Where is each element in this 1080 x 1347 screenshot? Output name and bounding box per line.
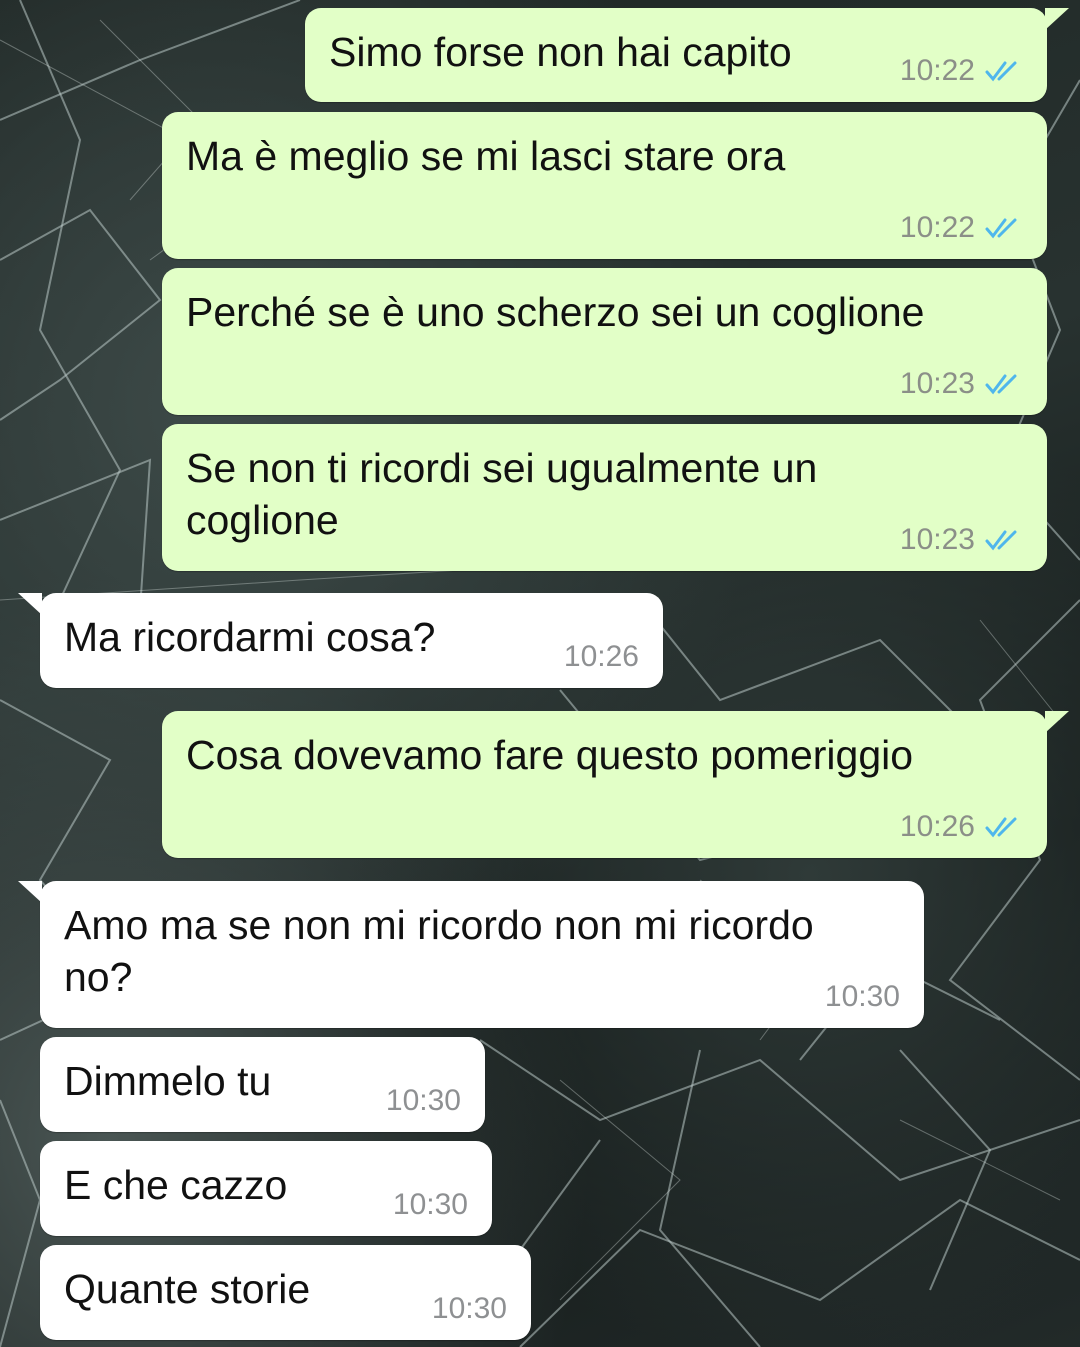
message-bubble-incoming[interactable]: Amo ma se non mi ricordo non mi ricordo … xyxy=(18,881,924,1028)
message-time: 10:23 xyxy=(899,523,975,556)
message-bubble-outgoing[interactable]: Simo forse non hai capito 10:22 xyxy=(305,8,1069,102)
message-text: Amo ma se non mi ricordo non mi ricordo … xyxy=(64,902,814,1000)
message-bubble-incoming[interactable]: E che cazzo 10:30 xyxy=(40,1141,492,1236)
message-text: E che cazzo xyxy=(64,1162,288,1208)
message-text: Ma ricordarmi cosa? xyxy=(64,614,436,660)
message-text: Dimmelo tu xyxy=(64,1058,272,1104)
message-time: 10:30 xyxy=(431,1292,507,1325)
message-text: Ma è meglio se mi lasci stare ora xyxy=(186,133,786,179)
message-meta: 10:30 xyxy=(432,1292,507,1326)
message-time: 10:30 xyxy=(824,980,900,1013)
message-time: 10:26 xyxy=(563,640,639,673)
message-meta: 10:30 xyxy=(825,980,900,1014)
message-time: 10:22 xyxy=(899,54,975,87)
message-meta: 10:26 xyxy=(900,810,1023,844)
message-meta: 10:22 xyxy=(900,54,1023,88)
message-text: Cosa dovevamo fare questo pomeriggio xyxy=(186,732,914,778)
message-text: Se non ti ricordi sei ugualmente un cogl… xyxy=(186,445,818,543)
message-bubble-incoming[interactable]: Ma ricordarmi cosa? 10:26 xyxy=(18,593,663,688)
message-meta: 10:23 xyxy=(900,367,1023,401)
read-double-check-icon xyxy=(985,373,1023,395)
message-text: Simo forse non hai capito xyxy=(329,29,792,75)
message-time: 10:30 xyxy=(385,1084,461,1117)
message-meta: 10:30 xyxy=(386,1084,461,1118)
message-time: 10:23 xyxy=(899,367,975,400)
message-meta: 10:23 xyxy=(900,523,1023,557)
message-time: 10:30 xyxy=(392,1188,468,1221)
message-meta: 10:30 xyxy=(393,1188,468,1222)
message-text: Perché se è uno scherzo sei un coglione xyxy=(186,289,925,335)
message-bubble-outgoing[interactable]: Perché se è uno scherzo sei un coglione … xyxy=(162,268,1047,415)
message-bubble-incoming[interactable]: Quante storie 10:30 xyxy=(40,1245,531,1340)
read-double-check-icon xyxy=(985,60,1023,82)
message-bubble-incoming[interactable]: Dimmelo tu 10:30 xyxy=(40,1037,485,1132)
message-time: 10:22 xyxy=(899,211,975,244)
read-double-check-icon xyxy=(985,217,1023,239)
message-time: 10:26 xyxy=(899,810,975,843)
message-bubble-outgoing[interactable]: Cosa dovevamo fare questo pomeriggio 10:… xyxy=(162,711,1069,858)
message-bubble-outgoing[interactable]: Ma è meglio se mi lasci stare ora 10:22 xyxy=(162,112,1047,259)
read-double-check-icon xyxy=(985,816,1023,838)
message-bubble-outgoing[interactable]: Se non ti ricordi sei ugualmente un cogl… xyxy=(162,424,1047,571)
message-meta: 10:26 xyxy=(564,640,639,674)
message-meta: 10:22 xyxy=(900,211,1023,245)
message-text: Quante storie xyxy=(64,1266,311,1312)
read-double-check-icon xyxy=(985,529,1023,551)
